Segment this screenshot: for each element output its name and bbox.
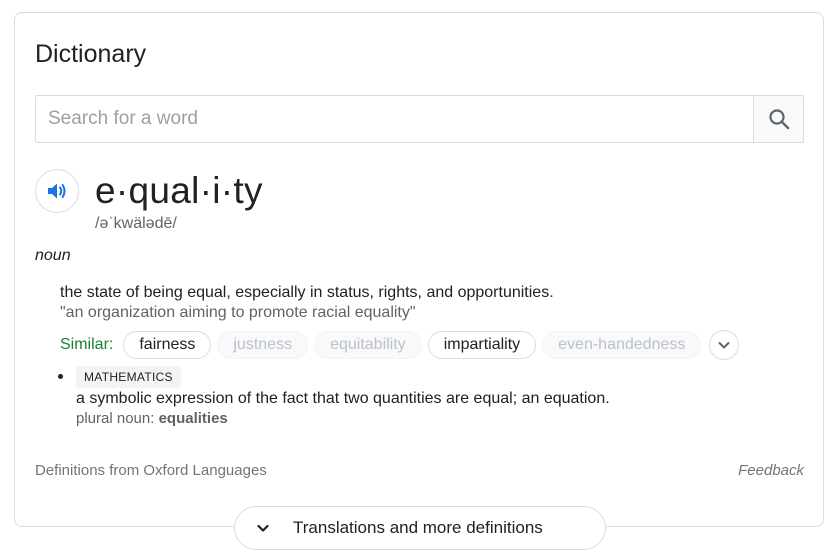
phonetic-spelling: /əˈkwälədē/	[95, 215, 177, 232]
pronunciation-button[interactable]	[35, 169, 79, 213]
part-of-speech: noun	[35, 247, 71, 264]
similar-chip-equitability: equitability	[314, 331, 422, 359]
expand-similar-button[interactable]	[709, 330, 740, 360]
chevron-down-icon	[255, 520, 271, 536]
speaker-icon	[45, 179, 69, 203]
similar-words-row: Similar: fairness justness equitability …	[60, 330, 740, 360]
plural-label: plural noun:	[76, 410, 155, 427]
more-definitions-label: Translations and more definitions	[293, 518, 543, 537]
definition-1: the state of being equal, especially in …	[60, 284, 554, 301]
similar-chip-justness: justness	[217, 331, 309, 359]
search-box	[35, 95, 804, 143]
list-bullet	[58, 374, 63, 379]
search-icon	[767, 107, 791, 131]
similar-label: Similar:	[60, 336, 114, 353]
example-sentence: "an organization aiming to promote racia…	[60, 304, 416, 321]
search-input[interactable]	[35, 95, 753, 143]
similar-chip-impartiality[interactable]: impartiality	[427, 331, 537, 359]
similar-chip-fairness[interactable]: fairness	[123, 331, 212, 359]
card-title: Dictionary	[35, 40, 147, 68]
more-definitions-button[interactable]: Translations and more definitions	[234, 506, 606, 550]
feedback-link[interactable]: Feedback	[738, 462, 804, 479]
similar-chip-even-handedness: even-handedness	[542, 331, 702, 359]
headword: e·qual·i·ty	[95, 170, 263, 211]
subject-label: MATHEMATICS	[76, 366, 181, 388]
plural-form: plural noun: equalities	[76, 410, 228, 427]
chevron-down-icon	[716, 337, 732, 353]
dictionary-card	[14, 12, 824, 527]
definition-source: Definitions from Oxford Languages	[35, 462, 267, 479]
definition-2: a symbolic expression of the fact that t…	[76, 390, 610, 407]
plural-value: equalities	[158, 410, 228, 427]
search-button[interactable]	[753, 95, 804, 143]
